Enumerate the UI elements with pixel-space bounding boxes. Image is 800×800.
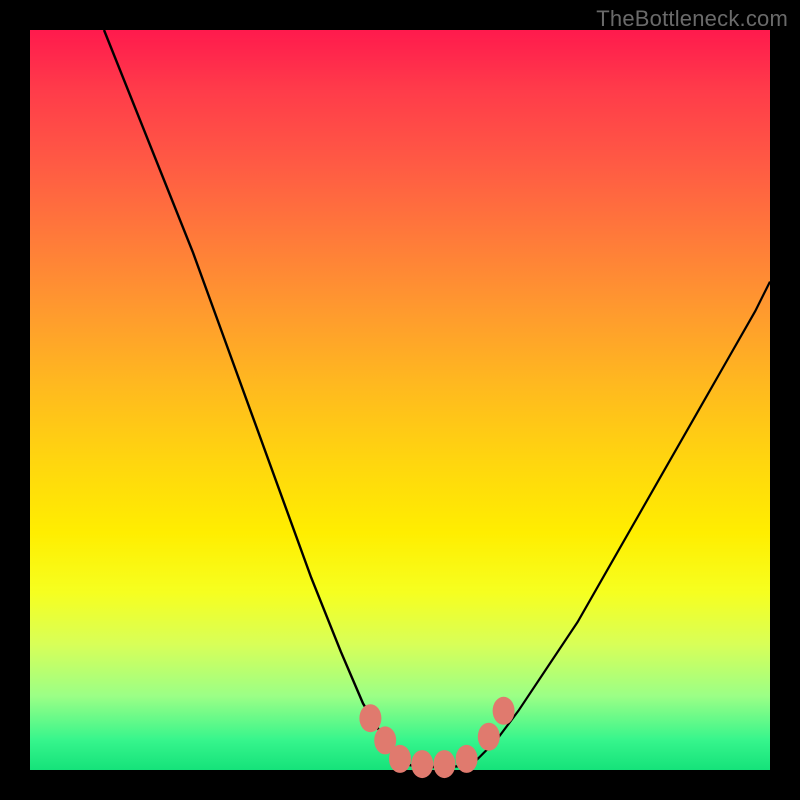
valley-marker [433, 750, 455, 778]
plot-area [30, 30, 770, 770]
valley-marker [389, 745, 411, 773]
valley-markers [359, 697, 514, 778]
chart-frame: TheBottleneck.com [0, 0, 800, 800]
valley-marker [478, 723, 500, 751]
valley-marker [493, 697, 515, 725]
valley-marker [411, 750, 433, 778]
valley-marker [359, 704, 381, 732]
left-curve [104, 30, 400, 763]
curve-layer [30, 30, 770, 770]
right-curve [474, 282, 770, 763]
watermark-text: TheBottleneck.com [596, 6, 788, 32]
valley-marker [456, 745, 478, 773]
